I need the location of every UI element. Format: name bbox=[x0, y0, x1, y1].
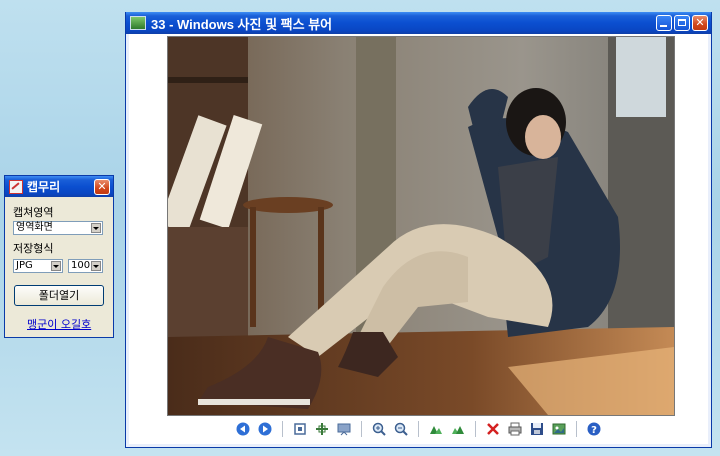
slideshow-button[interactable] bbox=[335, 420, 353, 438]
close-button[interactable]: ✕ bbox=[692, 15, 708, 31]
save-format-value: JPG bbox=[16, 260, 33, 271]
print-icon bbox=[508, 422, 522, 436]
author-link[interactable]: 맹군이 오길호 bbox=[27, 316, 91, 332]
help-icon: ? bbox=[587, 422, 601, 436]
zoom-in-icon bbox=[372, 422, 386, 436]
toolbar-separator bbox=[361, 421, 362, 437]
prev-button[interactable] bbox=[234, 420, 252, 438]
viewer-toolbar: ? bbox=[129, 414, 708, 444]
best-fit-button[interactable] bbox=[291, 420, 309, 438]
toolbar-separator bbox=[418, 421, 419, 437]
minimize-button[interactable] bbox=[656, 15, 672, 31]
zoom-in-button[interactable] bbox=[370, 420, 388, 438]
prev-icon bbox=[236, 422, 250, 436]
rotate-ccw-icon bbox=[452, 426, 464, 434]
capture-tool-window: 캡무리 ✕ 캡쳐영역 영역화면 저장형식 JPG 100 폴더열기 맹군이 오길… bbox=[4, 175, 114, 338]
slideshow-icon bbox=[337, 423, 351, 436]
capture-area-select[interactable]: 영역화면 bbox=[13, 221, 103, 235]
viewer-title: 33 - Windows 사진 및 팩스 뷰어 bbox=[151, 16, 333, 32]
delete-button[interactable] bbox=[484, 420, 502, 438]
capture-titlebar[interactable]: 캡무리 ✕ bbox=[5, 176, 113, 197]
capture-app-icon bbox=[9, 179, 23, 194]
save-format-select[interactable]: JPG bbox=[13, 259, 63, 273]
toolbar-separator bbox=[576, 421, 577, 437]
photo bbox=[167, 36, 675, 416]
toolbar-separator bbox=[475, 421, 476, 437]
save-format-label: 저장형식 bbox=[13, 242, 54, 255]
next-button[interactable] bbox=[256, 420, 274, 438]
save-button[interactable] bbox=[528, 420, 546, 438]
photo-viewer-window: 33 - Windows 사진 및 팩스 뷰어 ✕ ? bbox=[125, 12, 712, 448]
chevron-down-icon bbox=[91, 223, 101, 233]
save-icon bbox=[531, 423, 543, 435]
capture-close-button[interactable]: ✕ bbox=[94, 179, 110, 195]
viewer-client-area: ? bbox=[129, 34, 708, 444]
capture-title: 캡무리 bbox=[27, 180, 61, 194]
chevron-down-icon bbox=[91, 261, 101, 271]
maximize-button[interactable] bbox=[674, 15, 690, 31]
close-icon: ✕ bbox=[695, 16, 705, 29]
best-fit-icon bbox=[294, 423, 306, 435]
actual-size-icon bbox=[316, 423, 328, 435]
chevron-down-icon bbox=[51, 261, 61, 271]
zoom-out-icon bbox=[394, 422, 408, 436]
help-button[interactable]: ? bbox=[585, 420, 603, 438]
zoom-out-button[interactable] bbox=[392, 420, 410, 438]
quality-select[interactable]: 100 bbox=[68, 259, 103, 273]
actual-size-button[interactable] bbox=[313, 420, 331, 438]
minimize-icon bbox=[660, 25, 667, 27]
capture-area-label: 캡쳐영역 bbox=[13, 206, 54, 219]
print-button[interactable] bbox=[506, 420, 524, 438]
rotate-cw-button[interactable] bbox=[427, 420, 445, 438]
rotate-ccw-button[interactable] bbox=[449, 420, 467, 438]
svg-text:?: ? bbox=[591, 425, 597, 436]
close-icon: ✕ bbox=[97, 180, 107, 193]
rotate-cw-icon bbox=[430, 426, 442, 434]
delete-icon bbox=[487, 423, 499, 435]
open-folder-button[interactable]: 폴더열기 bbox=[14, 285, 104, 306]
quality-value: 100 bbox=[71, 260, 91, 271]
edit-icon bbox=[552, 423, 566, 435]
edit-button[interactable] bbox=[550, 420, 568, 438]
photo-illustration bbox=[168, 37, 674, 415]
viewer-titlebar[interactable]: 33 - Windows 사진 및 팩스 뷰어 ✕ bbox=[126, 12, 711, 34]
next-icon bbox=[258, 422, 272, 436]
maximize-icon bbox=[678, 19, 686, 26]
toolbar-separator bbox=[282, 421, 283, 437]
capture-area-value: 영역화면 bbox=[16, 222, 53, 233]
viewer-app-icon bbox=[130, 16, 146, 30]
